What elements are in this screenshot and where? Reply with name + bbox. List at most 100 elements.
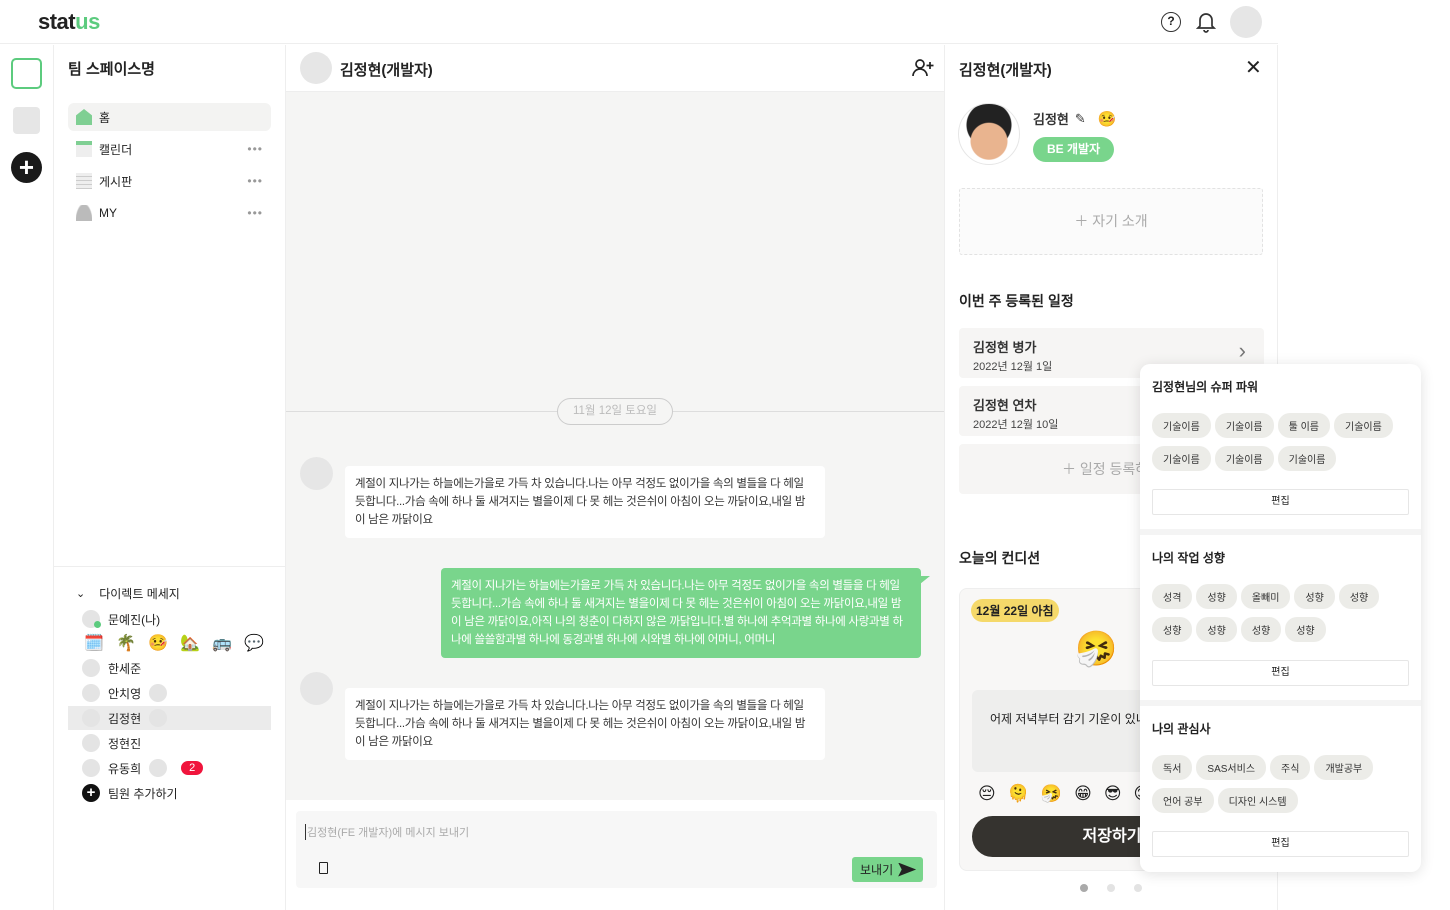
tag-chip: 주식 xyxy=(1270,755,1311,780)
avatar xyxy=(149,709,168,727)
message-input[interactable]: 김정현(FE 개발자)에 메시지 보내기 xyxy=(305,824,469,840)
send-label: 보내기 xyxy=(860,863,894,877)
profile-name: 김정현 xyxy=(1033,112,1069,127)
more-icon[interactable]: ••• xyxy=(247,142,263,156)
profile-avatar xyxy=(958,103,1020,165)
edit-button[interactable]: 편집 xyxy=(1152,489,1409,515)
plus-icon: + xyxy=(82,784,100,802)
more-icon[interactable]: ••• xyxy=(247,206,263,220)
calendar-icon xyxy=(76,141,92,157)
user-avatar[interactable] xyxy=(1230,6,1262,38)
melting-emoji-icon[interactable]: 🫠 xyxy=(1008,784,1029,804)
dm-name: 안치영 xyxy=(108,686,142,701)
avatar xyxy=(82,659,100,677)
more-icon[interactable]: ••• xyxy=(247,174,263,188)
status-emoji-row: 🗓️ 🌴 🤒 🏡 🚌 💬 xyxy=(84,633,264,653)
logo[interactable]: status xyxy=(38,9,100,35)
tag-chip: 올빼미 xyxy=(1240,584,1291,609)
dm-name: 문예진(나) xyxy=(108,612,161,627)
bus-emoji-icon[interactable]: 🚌 xyxy=(212,633,232,653)
dm-title: 다이렉트 메세지 xyxy=(99,587,180,601)
top-bar: status ? xyxy=(0,0,1278,44)
dm-item[interactable]: 안치영 xyxy=(82,682,175,704)
dm-item[interactable]: 유동희 2 xyxy=(82,757,204,779)
workspace-avatar[interactable] xyxy=(11,58,42,89)
status-emoji-icon[interactable]: 🤒 xyxy=(1098,110,1117,128)
tag-chip: 디자인 시스템 xyxy=(1217,788,1298,813)
edit-button[interactable]: 편집 xyxy=(1152,660,1409,686)
dm-item[interactable]: 한세준 xyxy=(82,657,141,679)
interests-section: 나의 관심사 독서 SAS서비스 주식 개발공부언어 공부 디자인 시스템 편집 xyxy=(1140,706,1421,872)
close-icon[interactable]: ✕ xyxy=(1245,55,1262,80)
page-dot-active[interactable] xyxy=(1080,884,1088,892)
dm-name: 정현진 xyxy=(108,736,142,751)
dm-item[interactable]: 문예진(나) xyxy=(82,608,160,630)
tag-chip: 성향 xyxy=(1285,617,1326,642)
chevron-down-icon: ⌄ xyxy=(76,588,86,600)
workspace-placeholder[interactable] xyxy=(13,107,40,134)
tag-chip: 언어 공부 xyxy=(1152,788,1214,813)
tag-chip: 툴 이름 xyxy=(1277,413,1331,438)
role-badge: BE 개발자 xyxy=(1033,137,1115,162)
page-dot[interactable] xyxy=(1134,884,1142,892)
tag-chip: 개발공부 xyxy=(1314,755,1374,780)
message-bubble-incoming: 계절이 지나가는 하늘에는가을로 가득 차 있습니다.나는 아무 걱정도 없이가… xyxy=(345,688,825,760)
section-title: 나의 관심사 xyxy=(1152,722,1211,736)
unread-badge: 2 xyxy=(181,761,204,775)
tag-chip: SAS서비스 xyxy=(1196,755,1267,780)
dm-header[interactable]: ⌄ 다이렉트 메세지 xyxy=(76,585,180,602)
attach-file-icon[interactable] xyxy=(319,862,328,874)
sidebar-item-home[interactable]: 홈 xyxy=(68,103,271,131)
sidebar-item-my[interactable]: MY ••• xyxy=(68,199,271,227)
cool-emoji-icon[interactable]: 😎 xyxy=(1104,784,1122,804)
work-style-section: 나의 작업 성향 성격 성향 올빼미 성향 성향성향 성향 성향 성향 편집 xyxy=(1140,535,1421,700)
tag-chip: 성향 xyxy=(1196,584,1237,609)
sidebar-item-label: 홈 xyxy=(99,110,111,125)
section-title: 김정현님의 슈퍼 파워 xyxy=(1152,380,1259,394)
page-dot[interactable] xyxy=(1107,884,1115,892)
edit-button[interactable]: 편집 xyxy=(1152,831,1409,857)
send-button[interactable]: 보내기 xyxy=(852,857,923,882)
message-bubble-outgoing: 계절이 지나가는 하늘에는가을로 가득 차 있습니다.나는 아무 걱정도 없이가… xyxy=(441,568,921,658)
edit-pencil-icon[interactable]: ✎ xyxy=(1075,111,1086,127)
tag-chip: 독서 xyxy=(1152,755,1193,780)
logo-text: stat xyxy=(38,9,76,34)
add-intro-button[interactable]: ＋ 자기 소개 xyxy=(959,188,1263,255)
chat-emoji-icon[interactable]: 💬 xyxy=(244,633,264,653)
help-icon[interactable]: ? xyxy=(1161,12,1181,32)
plus-icon: ＋ xyxy=(1074,213,1093,229)
sick-emoji-icon[interactable]: 🤒 xyxy=(148,633,168,653)
board-icon xyxy=(76,173,92,189)
tag-chip: 성향 xyxy=(1196,617,1237,642)
add-user-icon[interactable] xyxy=(912,58,934,78)
online-indicator xyxy=(94,621,101,628)
add-workspace-button[interactable]: + xyxy=(11,152,42,183)
grin-emoji-icon[interactable]: 😁 xyxy=(1074,784,1092,804)
pagination-dots xyxy=(1080,884,1142,892)
schedule-name: 김정현 병가 xyxy=(973,340,1037,355)
composer: 김정현(FE 개발자)에 메시지 보내기 보내기 xyxy=(296,811,937,888)
profile-panel-title: 김정현(개발자) xyxy=(959,62,1052,79)
dm-item[interactable]: 정현진 xyxy=(82,732,141,754)
add-member-button[interactable]: + 팀원 추가하기 xyxy=(82,782,178,804)
sad-emoji-icon[interactable]: 😔 xyxy=(978,784,996,804)
sidebar-item-calendar[interactable]: 캘린더 ••• xyxy=(68,135,271,163)
message-bubble-incoming: 계절이 지나가는 하늘에는가을로 가득 차 있습니다.나는 아무 걱정도 없이가… xyxy=(345,466,825,538)
schedule-title: 이번 주 등록된 일정 xyxy=(959,293,1074,309)
calendar-emoji-icon[interactable]: 🗓️ xyxy=(84,633,104,653)
bell-icon[interactable] xyxy=(1196,11,1216,33)
date-divider: 11월 12일 토요일 xyxy=(557,398,673,425)
dm-name: 유동희 xyxy=(108,761,142,776)
section-title: 나의 작업 성향 xyxy=(1152,551,1225,565)
person-icon xyxy=(76,205,92,221)
sneezing-emoji-icon[interactable]: 🤧 xyxy=(1041,784,1062,804)
chevron-right-icon[interactable]: › xyxy=(1239,338,1246,364)
avatar xyxy=(149,684,168,702)
bubble-tail xyxy=(920,576,930,584)
sidebar-item-label: 게시판 xyxy=(99,174,133,189)
home-emoji-icon[interactable]: 🏡 xyxy=(180,633,200,653)
vacation-emoji-icon[interactable]: 🌴 xyxy=(116,633,136,653)
dm-item-selected[interactable]: 김정현 xyxy=(82,707,175,729)
avatar xyxy=(82,610,101,628)
sidebar-item-board[interactable]: 게시판 ••• xyxy=(68,167,271,195)
